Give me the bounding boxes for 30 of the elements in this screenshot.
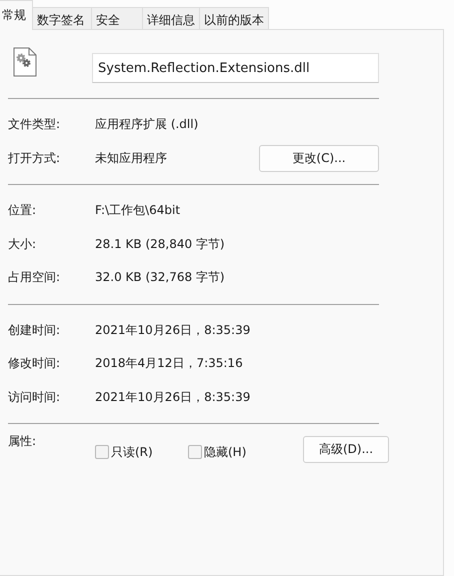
property-value: 28.1 KB (28,840 字节) xyxy=(95,236,226,253)
property-label: 修改时间: xyxy=(8,355,62,372)
file-name-field[interactable]: System.Reflection.Extensions.dll xyxy=(92,53,379,83)
checkbox-icon[interactable] xyxy=(95,445,109,459)
tab[interactable]: 常规 xyxy=(0,0,33,30)
property-label: 占用空间: xyxy=(8,269,62,286)
property-value: 32.0 KB (32,768 字节) xyxy=(95,269,226,286)
attribute-checkbox[interactable]: 只读(R) xyxy=(95,438,188,460)
property-value: 应用程序扩展 (.dll) xyxy=(95,116,200,134)
property-label: 大小: xyxy=(8,236,38,253)
property-label: 属性: xyxy=(8,433,38,450)
change-button[interactable]: 更改(C)... xyxy=(259,144,379,172)
tab[interactable]: 数字签名 xyxy=(32,7,92,30)
property-label: 访问时间: xyxy=(8,388,62,406)
property-value: 2018年4月12日，7:35:16 xyxy=(95,355,244,372)
property-value: F:\工作包\64bit xyxy=(95,202,182,220)
property-label: 位置: xyxy=(8,202,38,220)
tab[interactable]: 详细信息 xyxy=(142,7,200,30)
advanced-button[interactable]: 高级(D)... xyxy=(303,436,389,462)
property-value: 2021年10月26日，8:35:39 xyxy=(95,322,252,339)
tab[interactable]: 以前的版本 xyxy=(199,7,269,30)
file-gear-icon xyxy=(13,47,37,77)
property-value: 未知应用程序 xyxy=(95,150,168,167)
tab[interactable]: 安全 xyxy=(91,7,143,30)
attribute-checkbox[interactable]: 隐藏(H) xyxy=(188,438,295,460)
checkbox-icon[interactable] xyxy=(188,445,202,459)
property-label: 打开方式: xyxy=(8,150,62,167)
property-label: 文件类型: xyxy=(8,116,62,134)
property-label: 创建时间: xyxy=(8,322,62,339)
property-value: 2021年10月26日，8:35:39 xyxy=(95,388,252,406)
